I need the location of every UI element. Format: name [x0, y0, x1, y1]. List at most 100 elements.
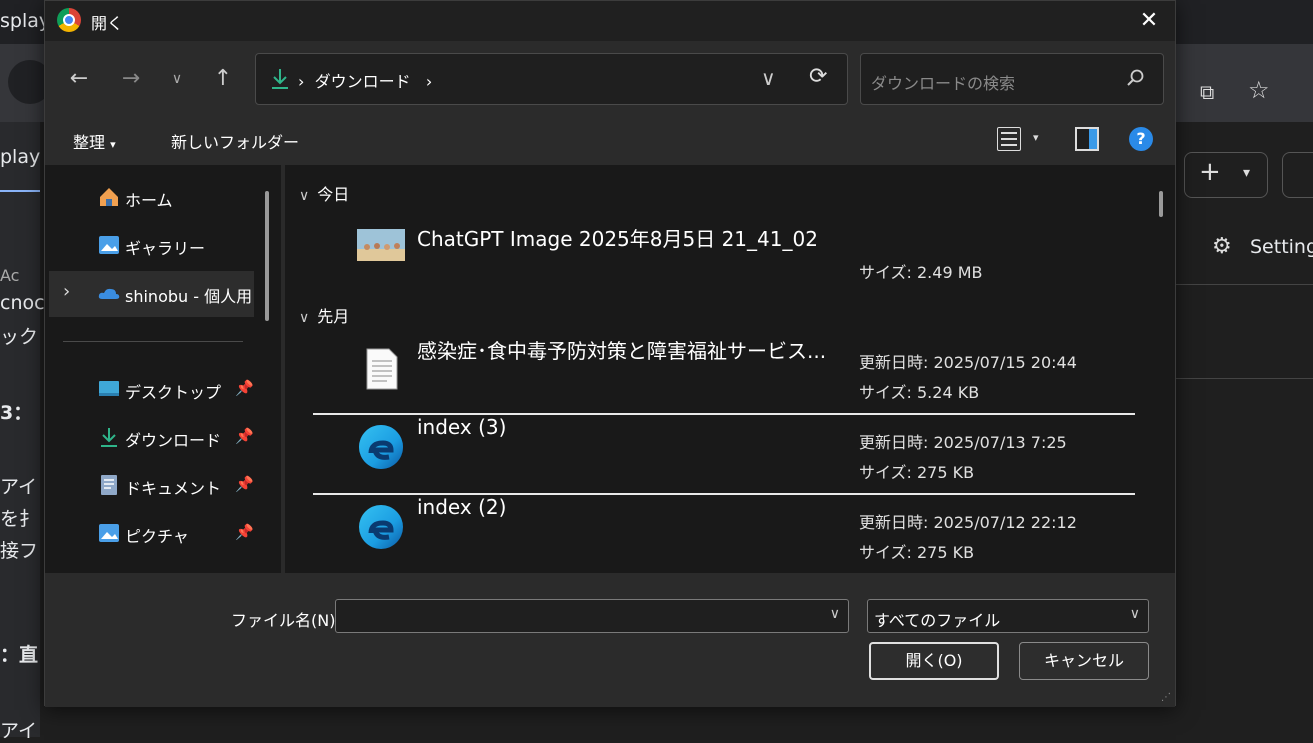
file-size: サイズ: 275 KB: [859, 459, 974, 483]
sidebar-item-downloads[interactable]: ダウンロード 📌: [49, 415, 254, 461]
pin-icon[interactable]: 📌: [235, 523, 254, 541]
address-history-chevron-icon[interactable]: ∨: [761, 66, 776, 90]
page-right-panel: +▾ ⚙ Setting: [1170, 122, 1313, 737]
gallery-icon: [97, 233, 121, 257]
sidebar-item-onedrive[interactable]: › shinobu - 個人用: [49, 271, 254, 317]
view-dropdown-chevron-icon[interactable]: ▾: [1033, 131, 1039, 144]
sidebar-item-home[interactable]: ホーム: [49, 175, 254, 221]
divider: [1170, 284, 1313, 285]
settings-label[interactable]: Setting: [1250, 236, 1313, 258]
sidebar-item-desktop[interactable]: デスクトップ 📌: [49, 367, 254, 413]
navigation-bar: ← → ∨ ↑ › ダウンロード › ∨ ⟳ ダウンロードの検索: [45, 41, 1175, 115]
group-header-last-month[interactable]: ∨先月: [299, 303, 357, 327]
file-row[interactable]: index (3) 更新日時: 2025/07/13 7:25 サイズ: 275…: [313, 415, 1135, 495]
file-modified: 更新日時: 2025/07/15 20:44: [859, 349, 1077, 373]
back-arrow-icon[interactable]: ←: [63, 63, 95, 95]
onedrive-icon: [97, 281, 121, 305]
dialog-footer: ファイル名(N): ∨ すべてのファイル ∨ 開く(O) キャンセル ⋰: [45, 573, 1175, 707]
up-arrow-icon[interactable]: ↑: [207, 63, 239, 95]
address-segment-downloads[interactable]: ダウンロード: [315, 72, 411, 91]
file-name: ChatGPT Image 2025年8月5日 21_41_02: [417, 223, 818, 252]
collapse-chevron-icon: ∨: [299, 310, 309, 326]
file-name: 感染症･食中毒予防対策と障害福祉サービス...: [417, 335, 826, 364]
view-options-icon[interactable]: [997, 127, 1021, 151]
file-modified: 更新日時: 2025/07/12 22:12: [859, 509, 1077, 533]
dialog-titlebar: 開く ✕: [45, 1, 1175, 41]
sidebar-item-gallery[interactable]: ギャラリー: [49, 223, 254, 269]
divider: [1170, 378, 1313, 379]
file-name: index (3): [417, 415, 506, 439]
download-icon: [270, 67, 290, 91]
bookmark-star-icon[interactable]: ☆: [1248, 76, 1270, 104]
bg-left-text: 3：: [0, 398, 32, 425]
text-file-icon: [357, 345, 405, 393]
dialog-title: 開く: [91, 10, 123, 34]
filetype-value: すべてのファイル: [874, 607, 1000, 631]
translate-icon[interactable]: ⧉: [1200, 80, 1214, 104]
pin-icon[interactable]: 📌: [235, 379, 254, 397]
file-row[interactable]: index (2) 更新日時: 2025/07/12 22:12 サイズ: 27…: [313, 495, 1135, 575]
bg-left-text: Ac: [0, 266, 19, 285]
forward-arrow-icon[interactable]: →: [115, 63, 147, 95]
content-area: ホーム ギャラリー › shinobu - 個人用 デスクトップ 📌 ダウンロー…: [45, 165, 1175, 573]
search-icon: [1127, 69, 1145, 87]
sidebar-scrollbar[interactable]: [265, 191, 269, 321]
circle-button[interactable]: [1282, 152, 1313, 198]
close-button[interactable]: ✕: [1133, 5, 1165, 37]
preview-pane-icon[interactable]: [1075, 127, 1099, 151]
settings-gear-icon: ⚙: [1212, 234, 1232, 259]
pin-icon[interactable]: 📌: [235, 427, 254, 445]
sidebar-item-documents[interactable]: ドキュメント 📌: [49, 463, 254, 509]
sidebar-item-pictures[interactable]: ピクチャ 📌: [49, 511, 254, 557]
bg-left-text: 接フ: [0, 536, 38, 563]
sidebar-item-label: shinobu - 個人用: [125, 283, 255, 307]
filetype-select[interactable]: すべてのファイル ∨: [867, 599, 1149, 633]
search-input[interactable]: ダウンロードの検索: [871, 70, 1015, 94]
home-icon: [97, 185, 121, 209]
image-thumbnail: [357, 229, 405, 261]
open-button[interactable]: 開く(O): [869, 642, 999, 680]
bg-left-text: アイ: [0, 716, 37, 743]
bg-left-text: アイ: [0, 472, 37, 499]
group-header-today[interactable]: ∨今日: [299, 181, 357, 205]
cancel-button[interactable]: キャンセル: [1019, 642, 1149, 680]
add-button[interactable]: +▾: [1184, 152, 1268, 198]
resize-grip-icon[interactable]: ⋰: [1161, 692, 1171, 703]
page-left-panel: play Ac cnoc ック 3： アイ を扌 接フ ：直 アイ: [0, 122, 40, 737]
sidebar-item-label: ホーム: [125, 187, 255, 211]
bg-left-text: ック: [0, 322, 38, 349]
desktop-icon: [97, 377, 121, 401]
address-bar[interactable]: › ダウンロード › ∨ ⟳: [255, 53, 848, 105]
filename-input[interactable]: ∨: [335, 599, 849, 633]
file-list-scrollbar[interactable]: [1159, 191, 1163, 217]
sidebar-item-label: ギャラリー: [125, 235, 255, 259]
file-name: index (2): [417, 495, 506, 519]
organize-button[interactable]: 整理 ▾: [73, 129, 116, 153]
expand-chevron-icon[interactable]: ›: [63, 281, 70, 302]
file-row[interactable]: 感染症･食中毒予防対策と障害福祉サービス... 更新日時: 2025/07/15…: [313, 335, 1135, 415]
bg-left-text: ：直: [0, 640, 38, 667]
bg-left-text: play: [0, 146, 40, 168]
tab-title-partial[interactable]: splay: [0, 10, 50, 32]
edge-icon: [357, 423, 405, 471]
chevron-down-icon: ∨: [1130, 606, 1140, 622]
new-folder-button[interactable]: 新しいフォルダー: [171, 129, 299, 153]
search-box[interactable]: ダウンロードの検索: [860, 53, 1164, 105]
filename-label: ファイル名(N):: [231, 607, 341, 631]
file-row[interactable]: ChatGPT Image 2025年8月5日 21_41_02 サイズ: 2.…: [313, 223, 1135, 283]
pin-icon[interactable]: 📌: [235, 475, 254, 493]
bg-left-text: を扌: [0, 504, 38, 531]
collapse-chevron-icon: ∨: [299, 188, 309, 204]
navigation-pane: ホーム ギャラリー › shinobu - 個人用 デスクトップ 📌 ダウンロー…: [45, 165, 277, 573]
open-file-dialog: 開く ✕ ← → ∨ ↑ › ダウンロード › ∨ ⟳ ダウンロードの検索 整理…: [44, 0, 1176, 706]
bg-left-text: cnoc: [0, 292, 45, 314]
chevron-down-icon[interactable]: ∨: [830, 606, 840, 622]
document-icon: [97, 473, 121, 497]
file-list: ∨今日 ChatGPT Image 2025年8月5日 21_41_02 サイズ…: [289, 165, 1149, 573]
pane-divider[interactable]: [281, 165, 285, 573]
sidebar-separator: [63, 341, 243, 342]
refresh-icon[interactable]: ⟳: [809, 64, 827, 89]
help-icon[interactable]: ?: [1129, 127, 1153, 151]
recent-chevron-down-icon[interactable]: ∨: [161, 63, 193, 95]
download-icon: [97, 425, 121, 449]
